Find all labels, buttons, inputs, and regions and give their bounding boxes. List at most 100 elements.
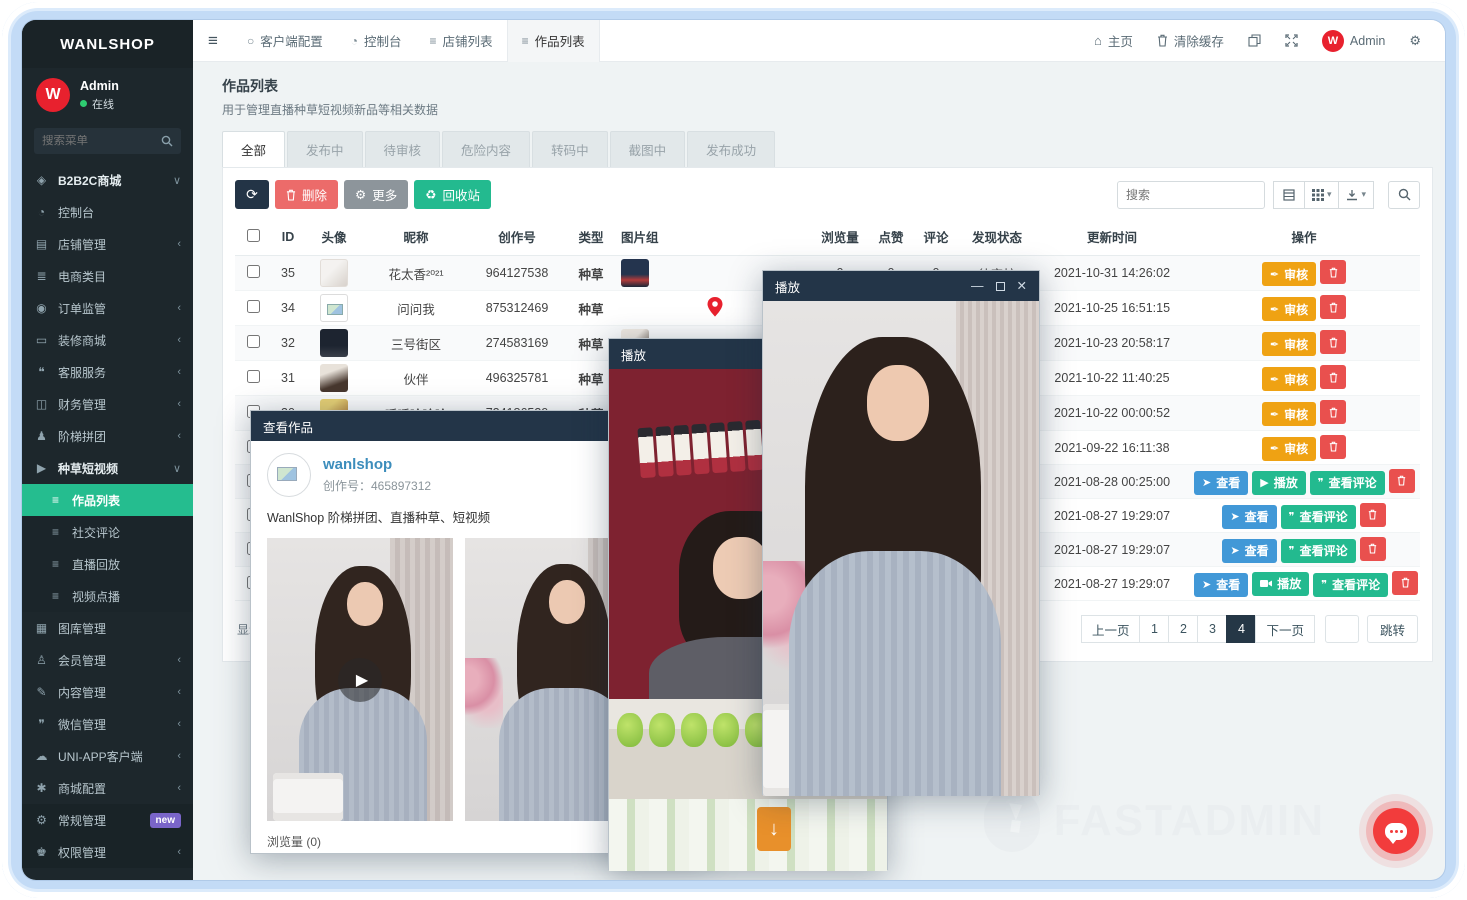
sidebar-item-customer-service[interactable]: ❝客服服务‹	[22, 356, 193, 388]
sidebar-item-shop-management[interactable]: ▤店铺管理‹	[22, 228, 193, 260]
filter-tab-publishing[interactable]: 发布中	[287, 131, 363, 167]
audit-button[interactable]: ✒审核	[1262, 437, 1316, 461]
recycle-bin-button[interactable]: ♻回收站	[414, 180, 491, 209]
settings-button[interactable]: ⚙	[1399, 20, 1431, 62]
table-search-input[interactable]	[1117, 181, 1265, 209]
sidebar-item-permission-management[interactable]: ♚权限管理‹	[22, 836, 193, 868]
view-comments-button[interactable]: ❞查看评论	[1281, 539, 1356, 563]
refresh-button[interactable]: ⟳	[235, 180, 269, 209]
filter-tab-screenshot[interactable]: 截图中	[610, 131, 686, 167]
audit-button[interactable]: ✒审核	[1262, 262, 1316, 286]
tab-shop-list[interactable]: ≡店铺列表	[416, 20, 507, 62]
delete-row-button[interactable]	[1320, 365, 1346, 389]
sidebar-item-video-on-demand[interactable]: ≡视频点播	[22, 580, 193, 612]
jump-page-input[interactable]	[1325, 615, 1359, 643]
col-likes[interactable]: 点赞	[868, 220, 914, 256]
page-button-4-active[interactable]: 4	[1226, 615, 1256, 643]
fullscreen-button[interactable]	[1275, 20, 1308, 62]
jump-button[interactable]: 跳转	[1367, 615, 1418, 643]
admin-menu[interactable]: WAdmin	[1312, 20, 1395, 62]
view-comments-button[interactable]: ❞查看评论	[1281, 505, 1356, 529]
select-all-checkbox[interactable]	[247, 229, 260, 242]
sidebar-item-finance-management[interactable]: ◫财务管理‹	[22, 388, 193, 420]
audit-button[interactable]: ✒审核	[1262, 367, 1316, 391]
sidebar-item-mall-decoration[interactable]: ▭装修商城‹	[22, 324, 193, 356]
col-nickname[interactable]: 昵称	[363, 220, 469, 256]
more-button[interactable]: ⚙更多	[344, 180, 408, 209]
delete-row-button[interactable]	[1320, 330, 1346, 354]
delete-row-button[interactable]	[1320, 435, 1346, 459]
location-pin-icon[interactable]	[707, 297, 723, 320]
sidebar-item-member-management[interactable]: ♙会员管理‹	[22, 644, 193, 676]
sidebar-item-order-monitor[interactable]: ◉订单监管‹	[22, 292, 193, 324]
col-updated[interactable]: 更新时间	[1036, 220, 1188, 256]
sidebar-item-live-replay[interactable]: ≡直播回放	[22, 548, 193, 580]
page-button-3[interactable]: 3	[1197, 615, 1227, 643]
sidebar-search[interactable]	[34, 128, 181, 154]
sidebar-search-input[interactable]	[42, 135, 161, 147]
columns-button[interactable]: ▾	[1305, 181, 1340, 209]
sidebar-item-mall-config[interactable]: ✱商城配置‹	[22, 772, 193, 804]
filter-tab-dangerous[interactable]: 危险内容	[442, 131, 530, 167]
delete-row-button[interactable]	[1389, 469, 1415, 493]
sidebar-toggle-button[interactable]: ≡	[193, 31, 233, 51]
filter-tab-pending-review[interactable]: 待审核	[365, 131, 441, 167]
video-thumbnail[interactable]: ▶	[267, 538, 453, 821]
play-button[interactable]: ▶播放	[1252, 471, 1305, 495]
delete-row-button[interactable]	[1320, 295, 1346, 319]
maximize-icon[interactable]	[996, 282, 1005, 291]
view-button[interactable]: ➤查看	[1194, 471, 1248, 495]
delete-row-button[interactable]	[1320, 400, 1346, 424]
video-player[interactable]	[763, 301, 1039, 796]
col-views[interactable]: 浏览量	[812, 220, 868, 256]
col-id[interactable]: ID	[271, 220, 305, 256]
home-button[interactable]: ⌂主页	[1084, 20, 1143, 62]
sidebar-item-general-management[interactable]: ⚙常规管理new	[22, 804, 193, 836]
copy-page-button[interactable]	[1238, 20, 1271, 62]
view-button[interactable]: ➤查看	[1194, 573, 1248, 597]
user-avatar[interactable]: W	[36, 78, 70, 112]
tab-dashboard[interactable]: ◔控制台	[337, 20, 416, 62]
sidebar-item-content-management[interactable]: ✎内容管理‹	[22, 676, 193, 708]
delete-row-button[interactable]	[1360, 537, 1386, 561]
row-checkbox[interactable]	[247, 265, 260, 278]
next-page-button[interactable]: 下一页	[1255, 615, 1315, 643]
audit-button[interactable]: ✒审核	[1262, 402, 1316, 426]
filter-tab-transcoding[interactable]: 转码中	[532, 131, 608, 167]
tab-works-list[interactable]: ≡作品列表	[507, 20, 600, 62]
detail-view-button[interactable]	[1273, 181, 1305, 209]
col-status[interactable]: 发现状态	[958, 220, 1036, 256]
delete-row-button[interactable]	[1360, 503, 1386, 527]
play-video-button[interactable]: 播放	[1252, 572, 1309, 596]
row-checkbox[interactable]	[247, 300, 260, 313]
filter-tab-published[interactable]: 发布成功	[687, 131, 775, 167]
delete-row-button[interactable]	[1392, 571, 1418, 595]
clear-cache-button[interactable]: 清除缓存	[1147, 20, 1234, 62]
page-button-1[interactable]: 1	[1139, 615, 1169, 643]
image-thumbnail[interactable]	[621, 259, 649, 287]
prev-page-button[interactable]: 上一页	[1081, 615, 1141, 643]
view-button[interactable]: ➤查看	[1222, 505, 1276, 529]
minimize-icon[interactable]: —	[971, 280, 984, 293]
player-modal-header[interactable]: 播放 — ✕	[763, 271, 1039, 301]
col-comments[interactable]: 评论	[914, 220, 958, 256]
sidebar-item-social-comments[interactable]: ≡社交评论	[22, 516, 193, 548]
col-type[interactable]: 类型	[565, 220, 617, 256]
sidebar-item-gallery-management[interactable]: ▦图库管理	[22, 612, 193, 644]
chat-support-button[interactable]	[1373, 808, 1419, 854]
delete-button[interactable]: 删除	[275, 180, 338, 209]
audit-button[interactable]: ✒审核	[1262, 297, 1316, 321]
sidebar-item-works-list[interactable]: ≡作品列表	[22, 484, 193, 516]
sidebar-item-short-video[interactable]: ▶种草短视频∨	[22, 452, 193, 484]
export-button[interactable]: ▾	[1339, 181, 1374, 209]
sidebar-item-dashboard[interactable]: ◔控制台	[22, 196, 193, 228]
sidebar-item-wechat-management[interactable]: ❞微信管理‹	[22, 708, 193, 740]
row-checkbox[interactable]	[247, 370, 260, 383]
view-button[interactable]: ➤查看	[1222, 539, 1276, 563]
author-name-link[interactable]: wanlshop	[323, 456, 431, 473]
sidebar-item-group-buying[interactable]: ♟阶梯拼团‹	[22, 420, 193, 452]
page-button-2[interactable]: 2	[1168, 615, 1198, 643]
audit-button[interactable]: ✒审核	[1262, 332, 1316, 356]
delete-row-button[interactable]	[1320, 260, 1346, 284]
col-creator[interactable]: 创作号	[469, 220, 565, 256]
